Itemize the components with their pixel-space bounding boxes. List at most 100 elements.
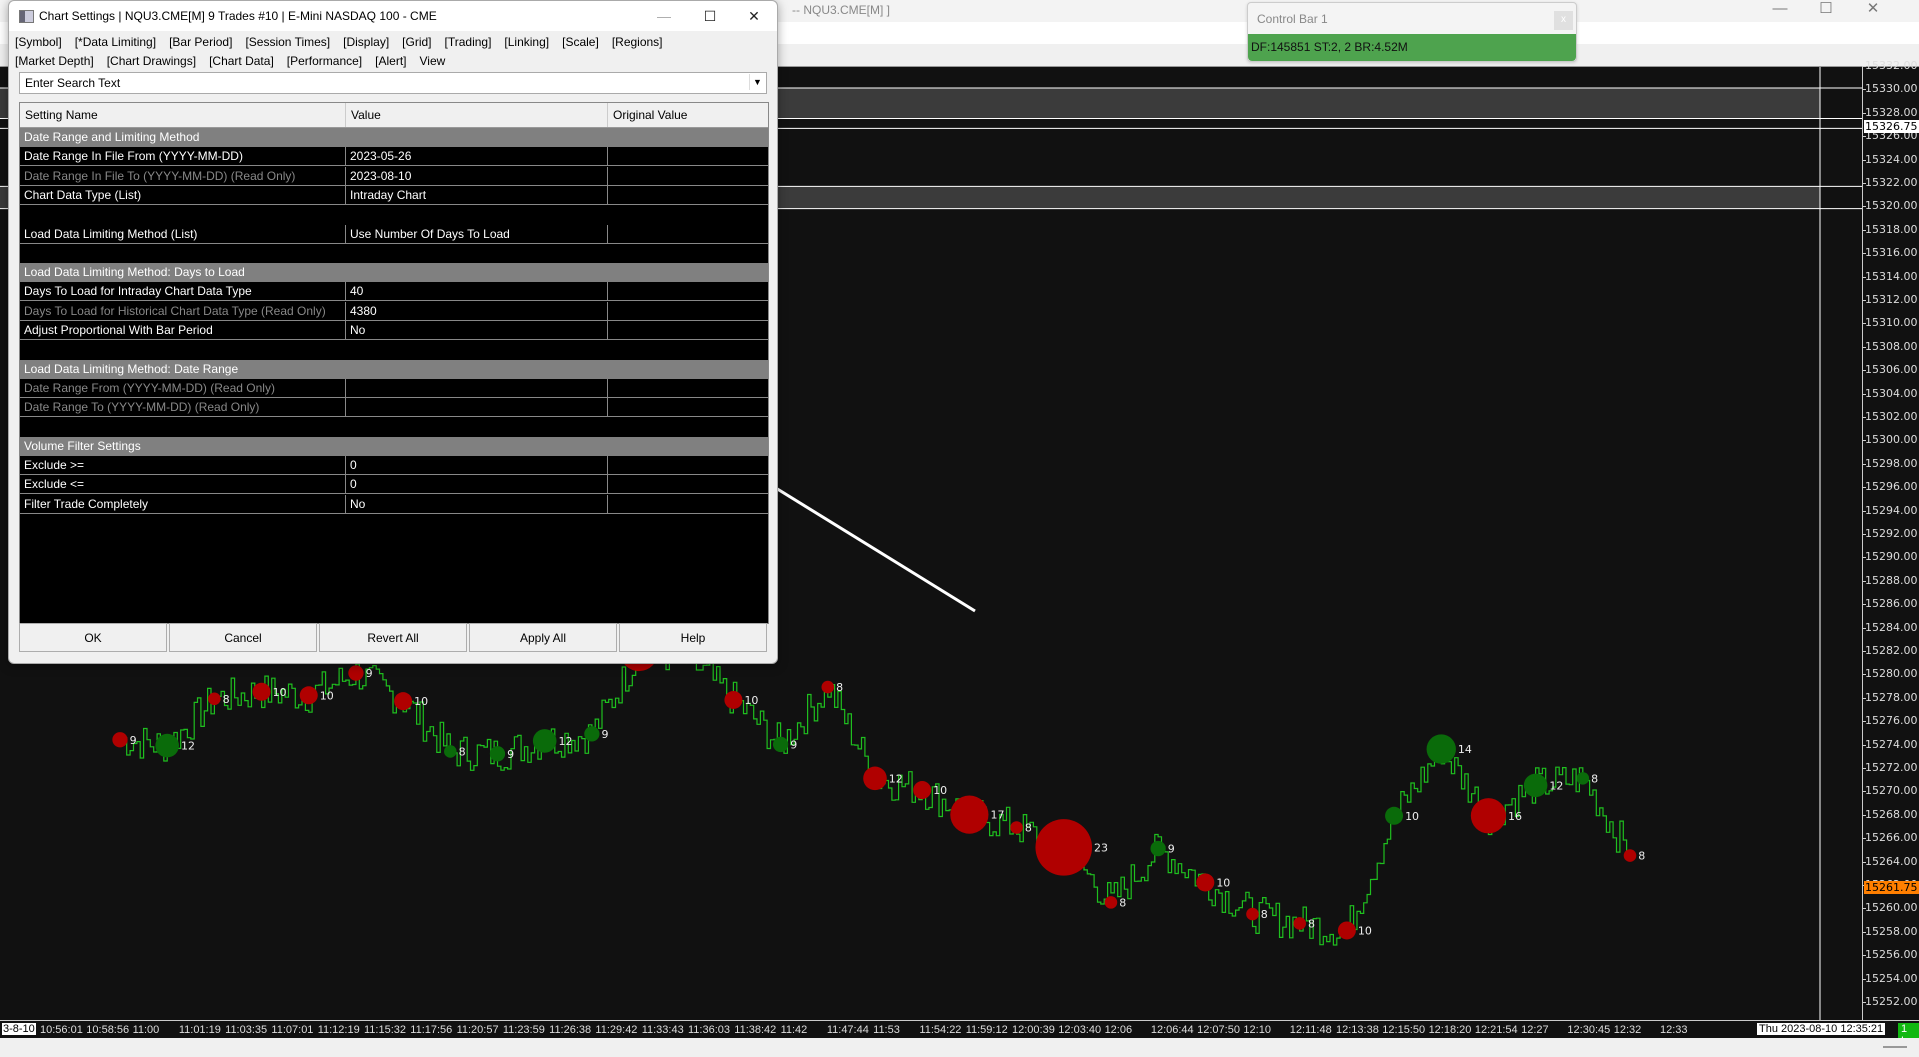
setting-value[interactable]: No — [346, 494, 608, 514]
price-tick-label: 15296.00 — [1862, 480, 1918, 494]
tab-display[interactable]: [Display] — [343, 33, 389, 52]
trade-size-label: 10 — [744, 694, 758, 707]
setting-value — [346, 398, 608, 418]
tab-market-depth[interactable]: [Market Depth] — [15, 52, 94, 71]
trade-marker-sell — [1337, 921, 1356, 940]
search-input[interactable]: Enter Search Text ▼ — [19, 72, 767, 94]
tab-linking[interactable]: [Linking] — [504, 33, 549, 52]
tab-chart-data[interactable]: [Chart Data] — [209, 52, 274, 71]
price-tick-label: 15260.00 — [1862, 901, 1918, 915]
grid-setting-row[interactable]: Days To Load for Intraday Chart Data Typ… — [20, 282, 768, 302]
tab-performance[interactable]: [Performance] — [287, 52, 362, 71]
price-tick-label: 15312.00 — [1862, 293, 1918, 306]
apply-all-button[interactable]: Apply All — [469, 623, 617, 652]
dialog-close-button[interactable]: ✕ — [731, 1, 777, 31]
setting-value[interactable]: Intraday Chart — [346, 185, 608, 205]
grid-section-header: Volume Filter Settings — [20, 436, 768, 456]
column-header-setting-name[interactable]: Setting Name — [20, 103, 346, 127]
trade-size-label: 10 — [273, 686, 287, 699]
time-tick-label: 11:20:57 — [456, 1024, 499, 1036]
trade-marker-sell — [1623, 849, 1637, 862]
price-axis[interactable]: 15332.00 15330.00 15328.00 15326.00 15324.00… — [1862, 59, 1919, 1020]
grid-setting-row[interactable]: Date Range In File From (YYYY-MM-DD) 2023… — [20, 147, 768, 167]
grid-setting-row[interactable]: Days To Load for Historical Chart Data T… — [20, 301, 768, 321]
trade-size-label: 9 — [1168, 843, 1175, 856]
ok-button[interactable]: OK — [19, 623, 167, 652]
trade-marker-sell — [112, 732, 128, 748]
tab-regions[interactable]: [Regions] — [612, 33, 663, 52]
status-bar — [0, 1038, 1919, 1057]
app-maximize-button[interactable]: ☐ — [1803, 0, 1849, 22]
time-tick-label: 11:23:59 — [502, 1024, 545, 1036]
setting-original-value — [608, 398, 768, 417]
grid-spacer-row — [20, 243, 768, 263]
trade-marker-sell — [1104, 896, 1118, 909]
grid-setting-row[interactable]: Date Range In File To (YYYY-MM-DD) (Read… — [20, 166, 768, 186]
setting-value[interactable]: 0 — [346, 475, 608, 495]
grid-setting-row[interactable]: Adjust Proportional With Bar Period No — [20, 321, 768, 340]
price-tick-label: 15272.00 — [1862, 761, 1918, 774]
tab-scale[interactable]: [Scale] — [562, 33, 599, 52]
setting-name: Load Data Limiting Method (List) — [20, 224, 346, 244]
trade-marker-sell — [1196, 873, 1215, 892]
tab-grid[interactable]: [Grid] — [402, 33, 431, 52]
time-tick-label: 11:01:19 — [178, 1024, 221, 1036]
column-header-original-value[interactable]: Original Value — [608, 103, 768, 127]
time-axis[interactable]: 3-8-10 Thu 2023-08-10 12:35:21 1 L 10:56… — [0, 1020, 1919, 1047]
time-tick-label: 11:29:42 — [595, 1024, 638, 1036]
setting-original-value — [608, 282, 768, 301]
dialog-minimize-button[interactable]: — — [641, 1, 687, 31]
tab-bar-period[interactable]: [Bar Period] — [169, 33, 232, 52]
grid-setting-row[interactable]: Chart Data Type (List) Intraday Chart — [20, 185, 768, 205]
settings-grid: Setting Name Value Original Value Date R… — [19, 102, 769, 624]
column-header-value[interactable]: Value — [346, 103, 608, 127]
section-label: Load Data Limiting Method: Days to Load — [24, 265, 245, 280]
dialog-title: Chart Settings | NQU3.CME[M] 9 Trades #1… — [39, 9, 437, 23]
setting-value[interactable]: 2023-05-26 — [346, 147, 608, 167]
grid-section-header: Date Range and Limiting Method — [20, 128, 768, 147]
dialog-titlebar[interactable]: Chart Settings | NQU3.CME[M] 9 Trades #1… — [9, 1, 777, 31]
grid-setting-row[interactable]: Date Range From (YYYY-MM-DD) (Read Only) — [20, 378, 768, 398]
trade-size-label: 12 — [558, 735, 572, 748]
app-close-button[interactable]: ✕ — [1850, 0, 1896, 22]
resize-grip-icon[interactable] — [1883, 1046, 1907, 1048]
tab-session-times[interactable]: [Session Times] — [245, 33, 330, 52]
cancel-button[interactable]: Cancel — [169, 623, 317, 652]
tab-view[interactable]: View — [420, 52, 446, 71]
grid-setting-row[interactable]: Load Data Limiting Method (List) Use Numb… — [20, 224, 768, 244]
trade-size-label: 8 — [1025, 822, 1032, 835]
time-tick-label: 11:38:42 — [734, 1024, 777, 1036]
time-tick-label: 11:00 — [132, 1024, 160, 1036]
tab-trading[interactable]: [Trading] — [445, 33, 492, 52]
price-tick-label: 15318.00 — [1862, 222, 1918, 236]
control-bar-close-button[interactable]: x — [1554, 11, 1573, 30]
time-tick-label: 12:21:54 — [1474, 1024, 1518, 1036]
tab-data-limiting[interactable]: [*Data Limiting] — [75, 33, 156, 52]
price-tick-label: 15276.00 — [1862, 714, 1918, 728]
setting-value[interactable]: 40 — [346, 282, 608, 302]
revert-all-button[interactable]: Revert All — [319, 623, 467, 652]
trade-marker-buy — [1576, 772, 1590, 785]
trade-marker-sell — [913, 781, 932, 800]
setting-value[interactable]: Use Number Of Days To Load — [346, 224, 608, 244]
time-tick-label: 11:36:03 — [688, 1024, 731, 1036]
app-minimize-button[interactable]: — — [1757, 0, 1803, 22]
control-bar: Control Bar 1 x DF:145851 ST:2, 2 BR:4.5… — [1247, 2, 1577, 62]
setting-value[interactable]: No — [346, 321, 608, 340]
tab-chart-drawings[interactable]: [Chart Drawings] — [107, 52, 196, 71]
price-tick-label: 15316.00 — [1862, 246, 1918, 260]
chevron-down-icon[interactable]: ▼ — [749, 74, 765, 90]
grid-setting-row[interactable]: Date Range To (YYYY-MM-DD) (Read Only) — [20, 398, 768, 418]
dialog-maximize-button[interactable]: ☐ — [687, 1, 733, 31]
grid-section-header: Load Data Limiting Method: Date Range — [20, 359, 768, 379]
tab-alert[interactable]: [Alert] — [375, 52, 406, 71]
grid-setting-row[interactable]: Exclude <= 0 — [20, 475, 768, 495]
price-tick-label: 15298.00 — [1862, 456, 1918, 470]
setting-value[interactable]: 0 — [346, 456, 608, 476]
help-button[interactable]: Help — [619, 623, 767, 652]
grid-setting-row[interactable]: Exclude >= 0 — [20, 456, 768, 476]
tab-symbol[interactable]: [Symbol] — [15, 33, 62, 52]
time-tick-label: 11:26:38 — [549, 1024, 592, 1036]
grid-setting-row[interactable]: Filter Trade Completely No — [20, 494, 768, 514]
time-tick-label: 12:13:38 — [1336, 1024, 1379, 1036]
